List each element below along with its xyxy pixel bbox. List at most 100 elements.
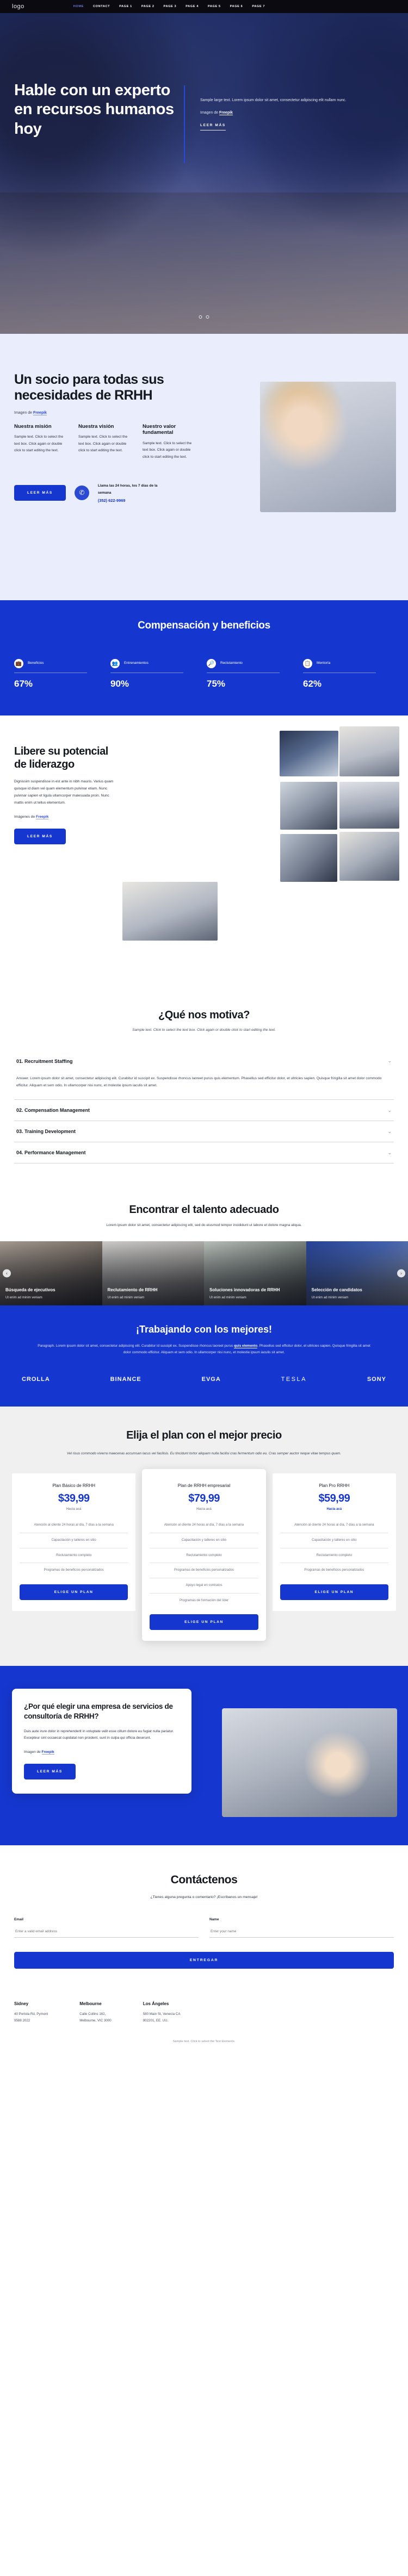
leadership-credit-prefix: Imágenes de xyxy=(14,815,36,819)
faq-item-title: 04. Performance Management xyxy=(16,1150,86,1156)
partner-image xyxy=(260,382,396,512)
faq-item-1[interactable]: 01. Recruitment Staffing ⌄ Answer. Lorem… xyxy=(14,1050,394,1100)
nav-item-page-1[interactable]: PAGE 1 xyxy=(119,5,132,8)
brands-section: ¡Trabajando con los mejores! Paragraph. … xyxy=(0,1305,408,1407)
partner-column-vision: Nuestra visión Sample text. Click to sel… xyxy=(78,424,133,461)
office-city: Los Ángeles xyxy=(143,2001,169,2007)
plan-feature: Capacitación y talleres en sitio xyxy=(280,1533,388,1548)
hero-image-overlay xyxy=(0,192,408,334)
contact-title: Contáctenos xyxy=(170,1874,238,1887)
site-logo[interactable]: logo xyxy=(12,3,24,10)
partner-read-more-button[interactable]: LEER MÁS xyxy=(14,484,66,501)
nav-item-page-2[interactable]: PAGE 2 xyxy=(141,5,154,8)
plan-price: $39,99 xyxy=(58,1492,90,1505)
faq-accordion: 01. Recruitment Staffing ⌄ Answer. Lorem… xyxy=(14,1050,394,1163)
stat-value: 67% xyxy=(14,679,33,689)
carousel-dot-2[interactable] xyxy=(206,315,209,319)
chevron-down-icon[interactable]: ⌄ xyxy=(387,1150,392,1156)
chevron-down-icon[interactable]: ⌄ xyxy=(387,1107,392,1113)
talent-card-4[interactable]: Selección de candidatos Ut enim ad minim… xyxy=(306,1241,408,1305)
hero-title: Hable con un experto en recursos humanos… xyxy=(14,82,174,138)
faq-item-header[interactable]: 04. Performance Management ⌄ xyxy=(14,1142,394,1163)
brand-logo-sony: SONY xyxy=(367,1376,386,1383)
brand-logo-tesla: TESLA xyxy=(281,1376,307,1383)
plan-choose-button[interactable]: ELIGE UN PLAN xyxy=(150,1614,258,1631)
nav-item-page-5[interactable]: PAGE 5 xyxy=(208,5,221,8)
faq-item-4[interactable]: 04. Performance Management ⌄ xyxy=(14,1142,394,1163)
footer-office-los-angeles: Los Ángeles 580 Main St, Venecia CA 9022… xyxy=(143,2001,181,2024)
card-title: Reclutamiento de RRHH xyxy=(107,1287,158,1292)
hero-read-more-link[interactable]: LEER MÁS xyxy=(200,123,226,130)
chevron-down-icon[interactable]: ⌄ xyxy=(387,1058,392,1064)
plan-choose-button[interactable]: ELIGE UN PLAN xyxy=(280,1584,388,1601)
phone-availability-label: Llama las 24 horas, los 7 días de la sem… xyxy=(97,483,158,495)
partner-credit-link[interactable]: Freepik xyxy=(33,410,47,415)
chevron-down-icon[interactable]: ⌄ xyxy=(387,1129,392,1135)
nav-item-page-4[interactable]: PAGE 4 xyxy=(186,5,199,8)
card-text: Ut enim ad minim veniam xyxy=(311,1296,349,1299)
faq-title: ¿Qué nos motiva? xyxy=(158,1009,250,1021)
faq-item-header[interactable]: 03. Training Development ⌄ xyxy=(14,1121,394,1142)
main-nav: HOME CONTACT PAGE 1 PAGE 2 PAGE 3 PAGE 4… xyxy=(73,5,265,8)
page-root: logo HOME CONTACT PAGE 1 PAGE 2 PAGE 3 P… xyxy=(0,0,408,2052)
hero-credit-link[interactable]: Freepik xyxy=(219,110,233,115)
nav-item-page-7[interactable]: PAGE 7 xyxy=(252,5,265,8)
carousel-dot-1[interactable] xyxy=(199,315,202,319)
leadership-credit-link[interactable]: Freepik xyxy=(35,815,49,820)
hero-subtitle: Sample large text. Lorem ipsum dolor sit… xyxy=(200,98,347,102)
contact-section: Contáctenos ¿Tienes alguna pregunta o co… xyxy=(0,1845,408,1986)
pricing-plan-enterprise: Plan de RRHH empresarial $79,99 Hacia ac… xyxy=(142,1469,266,1641)
plan-feature: Programas de beneficios personalizados xyxy=(280,1563,388,1578)
office-address: 580 Main St, Venecia CA 902201, EE. UU. xyxy=(143,2012,181,2023)
site-header: logo HOME CONTACT PAGE 1 PAGE 2 PAGE 3 P… xyxy=(0,0,408,13)
gallery-image-6 xyxy=(339,832,399,881)
name-field[interactable] xyxy=(209,1927,394,1938)
faq-item-header[interactable]: 02. Compensation Management ⌄ xyxy=(14,1100,394,1121)
nav-item-page-6[interactable]: PAGE 6 xyxy=(230,5,243,8)
plan-feature: Capacitación y talleres en sitio xyxy=(150,1533,258,1548)
talent-title: Encontrar el talento adecuado xyxy=(129,1203,279,1216)
why-image xyxy=(222,1708,397,1818)
gallery-image-7 xyxy=(122,882,218,941)
column-title: Nuestro valor fundamental xyxy=(143,423,176,436)
contact-subtitle: ¿Tienes alguna pregunta o comentario? ¡E… xyxy=(150,1895,258,1900)
why-read-more-button[interactable]: LEER MÁS xyxy=(24,1763,76,1779)
faq-item-header[interactable]: 01. Recruitment Staffing ⌄ xyxy=(14,1050,394,1071)
why-credit-link[interactable]: Freepik xyxy=(41,1750,54,1754)
plan-feature: Capacitación y talleres en sitio xyxy=(20,1533,128,1548)
carousel-prev-arrow[interactable]: ‹ xyxy=(3,1269,11,1278)
nav-item-contact[interactable]: CONTACT xyxy=(93,5,110,8)
partner-columns: Nuestra misión Sample text. Click to sel… xyxy=(14,424,199,461)
faq-subtitle: Sample text. Click to select the text bo… xyxy=(132,1028,276,1032)
nav-item-home[interactable]: HOME xyxy=(73,5,84,8)
talent-card-2[interactable]: Reclutamiento de RRHH Ut enim ad minim v… xyxy=(102,1241,204,1305)
email-field[interactable] xyxy=(14,1927,199,1938)
office-city: Melbourne xyxy=(79,2001,102,2007)
plan-feature: Programas de formación del líder xyxy=(150,1592,258,1608)
carousel-next-arrow[interactable]: › xyxy=(397,1269,405,1278)
submit-button[interactable]: ENTREGAR xyxy=(14,1952,394,1969)
why-credit-prefix: Imagen de xyxy=(24,1750,42,1754)
faq-item-3[interactable]: 03. Training Development ⌄ xyxy=(14,1121,394,1142)
brands-text-link[interactable]: quis elemento xyxy=(234,1343,258,1348)
talent-card-3[interactable]: Soluciones innovadoras de RRHH Ut enim a… xyxy=(204,1241,306,1305)
field-email: Email xyxy=(14,1918,199,1938)
talent-subtitle: Lorem ipsum dolor sit amet, consectetur … xyxy=(106,1223,302,1227)
gallery-image-2 xyxy=(339,726,399,776)
plan-name: Plan Básico de RRHH xyxy=(52,1483,96,1489)
leadership-title: Libere su potencial de liderazgo xyxy=(14,745,108,770)
partner-section: Un socio para todas sus necesidades de R… xyxy=(0,334,408,600)
brands-text: Paragraph. Lorem ipsum dolor sit amet, c… xyxy=(14,1343,394,1357)
stat-benefits: 💼 Beneficios 67% xyxy=(14,659,105,689)
leadership-image-credit: Imágenes de Freepik xyxy=(14,814,118,821)
talent-card-1[interactable]: Búsqueda de ejecutivos Ut enim ad minim … xyxy=(0,1241,102,1305)
stat-value: 75% xyxy=(207,679,226,689)
phone-number[interactable]: (352) 622-9969 xyxy=(98,498,169,503)
footer-office-sidney: Sidney 40 Portola Rd, Pymont 9588 2022 xyxy=(14,2001,48,2024)
nav-item-page-3[interactable]: PAGE 3 xyxy=(164,5,177,8)
faq-item-2[interactable]: 02. Compensation Management ⌄ xyxy=(14,1100,394,1121)
email-label: Email xyxy=(14,1918,24,1922)
leadership-read-more-button[interactable]: LEER MÁS xyxy=(14,829,66,845)
plan-choose-button[interactable]: ELIGE UN PLAN xyxy=(20,1584,128,1601)
leadership-section: Libere su potencial de liderazgo Digniss… xyxy=(0,715,408,1004)
